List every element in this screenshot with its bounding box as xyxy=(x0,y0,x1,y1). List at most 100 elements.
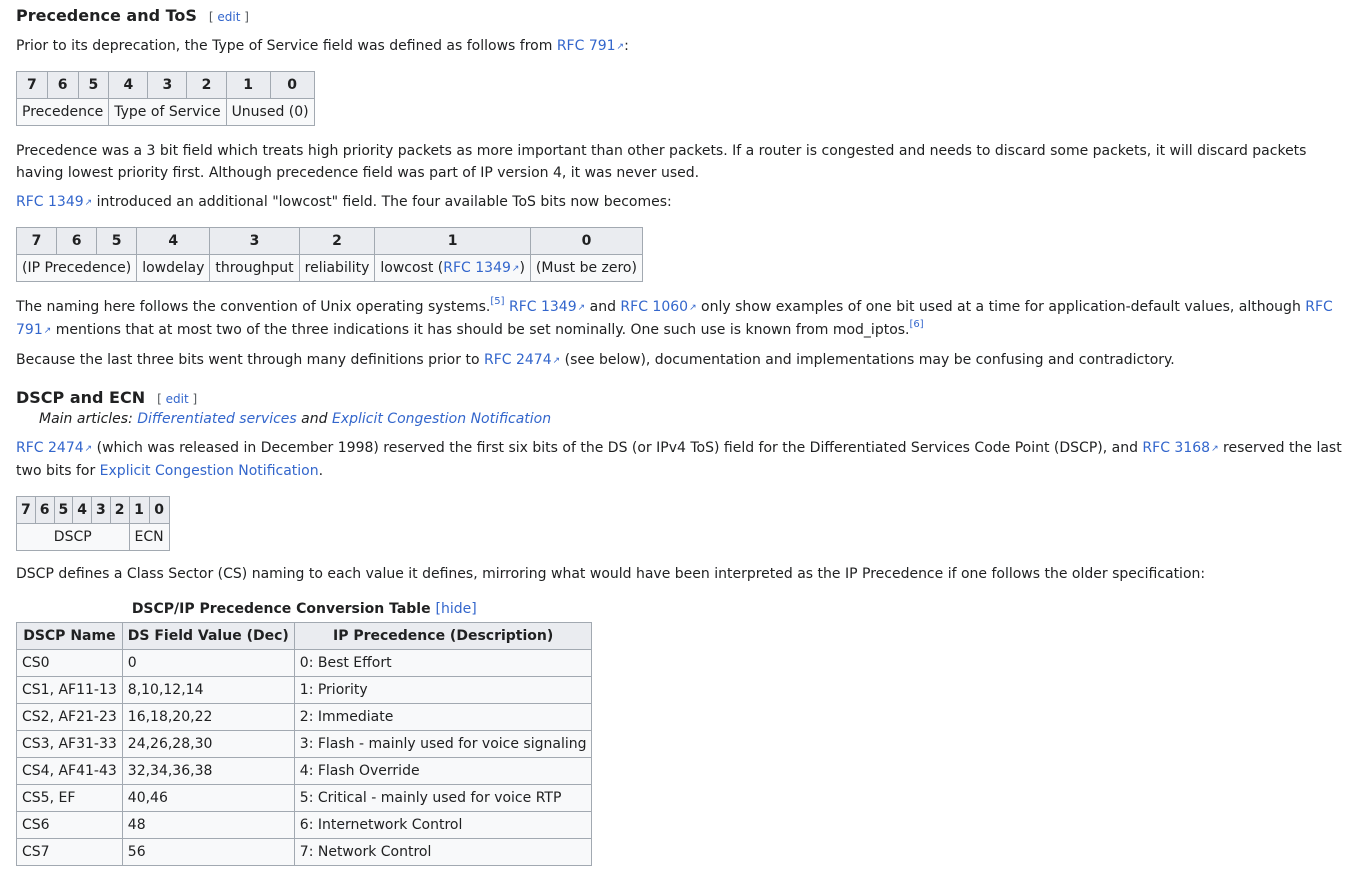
cell-dscp-name: CS6 xyxy=(16,811,123,839)
edit-bracket-close: ] xyxy=(240,10,249,24)
bits-row: 7 6 5 4 3 2 1 0 xyxy=(15,227,643,255)
edit-section: [ edit ] xyxy=(209,10,249,24)
table-row: CS2, AF21-23 16,18,20,22 2: Immediate xyxy=(16,703,593,731)
conversion-table: DSCP/IP Precedence Conversion Table [hid… xyxy=(16,597,593,866)
rfc1349-text: introduced an additional "lowcost" field… xyxy=(92,194,672,210)
column-header: DS Field Value (Dec) xyxy=(121,622,295,650)
bit-cell: 2 xyxy=(298,227,376,255)
table-row: CS1, AF11-13 8,10,12,14 1: Priority xyxy=(16,676,593,704)
rfc-791-link[interactable]: RFC 791 xyxy=(557,38,624,54)
rfc-1349-link[interactable]: RFC 1349 xyxy=(509,299,585,315)
bit-cell: 5 xyxy=(96,227,138,255)
rfc-3168-link[interactable]: RFC 3168 xyxy=(1142,440,1218,456)
table-row: CS5, EF 40,46 5: Critical - mainly used … xyxy=(16,784,593,812)
bit-cell: 3 xyxy=(147,71,188,99)
dscp-ecn-bits-table: 7 6 5 4 3 2 1 0 DSCP ECN xyxy=(16,496,170,551)
field-cell: Precedence xyxy=(15,98,110,126)
table-row: CS6 48 6: Internetwork Control xyxy=(16,811,593,839)
ecn-article-link[interactable]: Explicit Congestion Notification xyxy=(332,411,551,427)
rfc2474-text: (which was released in December 1998) re… xyxy=(92,440,1143,456)
naming-text: mentions that at most two of the three i… xyxy=(51,322,910,338)
hide-toggle[interactable]: [hide] xyxy=(435,601,476,617)
rfc-2474-link[interactable]: RFC 2474 xyxy=(484,352,560,368)
rfc-1060-link[interactable]: RFC 1060 xyxy=(620,299,696,315)
cell-ds-value: 16,18,20,22 xyxy=(121,703,295,731)
cell-ip-precedence: 3: Flash - mainly used for voice signali… xyxy=(293,730,593,758)
bit-cell: 0 xyxy=(148,496,170,524)
bit-cell: 7 xyxy=(16,71,48,99)
intro-text: Prior to its deprecation, the Type of Se… xyxy=(16,38,557,54)
cell-ip-precedence: 6: Internetwork Control xyxy=(293,811,593,839)
field-cell: ECN xyxy=(128,523,170,551)
field-cell: (Must be zero) xyxy=(529,254,643,282)
lowcost-text: lowcost ( xyxy=(380,260,444,276)
table-caption: DSCP/IP Precedence Conversion Table [hid… xyxy=(16,597,592,622)
bit-cell: 0 xyxy=(529,227,643,255)
rfc-1349-link[interactable]: RFC 1349 xyxy=(16,194,92,210)
cell-dscp-name: CS5, EF xyxy=(16,784,123,812)
edit-bracket-close: ] xyxy=(188,392,198,406)
table-row: CS4, AF41-43 32,34,36,38 4: Flash Overri… xyxy=(16,757,593,785)
section-title: DSCP and ECN xyxy=(16,388,146,407)
hatnote-prefix: Main articles: xyxy=(39,411,138,427)
bit-cell: 7 xyxy=(16,496,36,524)
cell-dscp-name: CS4, AF41-43 xyxy=(16,757,123,785)
cell-ds-value: 8,10,12,14 xyxy=(121,676,295,704)
edit-link[interactable]: edit xyxy=(217,10,240,24)
field-cell: (IP Precedence) xyxy=(15,254,138,282)
naming-text: and xyxy=(585,299,621,315)
intro-end: : xyxy=(624,38,629,54)
section-heading-precedence: Precedence and ToS [ edit ] xyxy=(16,0,1351,26)
cell-ip-precedence: 5: Critical - mainly used for voice RTP xyxy=(293,784,593,812)
main-articles-hatnote: Main articles: Differentiated services a… xyxy=(16,408,1351,430)
cell-dscp-name: CS7 xyxy=(16,838,123,866)
rfc1349-paragraph: RFC 1349 introduced an additional "lowco… xyxy=(16,191,1351,214)
bit-cell: 4 xyxy=(136,227,211,255)
edit-section: [ edit ] xyxy=(157,392,197,406)
bit-cell: 6 xyxy=(56,227,98,255)
field-cell: reliability xyxy=(298,254,376,282)
cell-dscp-name: CS1, AF11-13 xyxy=(16,676,123,704)
cell-ip-precedence: 2: Immediate xyxy=(293,703,593,731)
table-row: CS3, AF31-33 24,26,28,30 3: Flash - main… xyxy=(16,730,593,758)
differentiated-services-link[interactable]: Differentiated services xyxy=(137,411,296,427)
field-cell: Type of Service xyxy=(108,98,227,126)
cell-ip-precedence: 7: Network Control xyxy=(293,838,593,866)
column-header: DSCP Name xyxy=(16,622,123,650)
reference-5-link[interactable]: [5] xyxy=(490,296,504,307)
naming-text: The naming here follows the convention o… xyxy=(16,299,491,315)
bits-row: 7 6 5 4 3 2 1 0 xyxy=(16,496,170,524)
field-cell: lowdelay xyxy=(136,254,211,282)
cell-ds-value: 24,26,28,30 xyxy=(121,730,295,758)
cell-ds-value: 0 xyxy=(121,649,295,677)
cell-ip-precedence: 0: Best Effort xyxy=(293,649,593,677)
field-cell: throughput xyxy=(209,254,300,282)
bit-cell: 6 xyxy=(46,71,79,99)
fields-row: (IP Precedence) lowdelay throughput reli… xyxy=(15,254,643,282)
section-title: Precedence and ToS xyxy=(16,6,197,25)
rfc2474-end: . xyxy=(318,463,324,479)
fields-row: DSCP ECN xyxy=(16,523,170,551)
bit-cell: 3 xyxy=(91,496,111,524)
bit-cell: 5 xyxy=(53,496,74,524)
bits-row: 7 6 5 4 3 2 1 0 xyxy=(16,71,315,99)
bit-cell: 1 xyxy=(128,496,150,524)
fields-row: Precedence Type of Service Unused (0) xyxy=(15,98,315,126)
table-row: CS0 0 0: Best Effort xyxy=(16,649,593,677)
rfc-2474-link[interactable]: RFC 2474 xyxy=(16,440,92,456)
rfc-1349-link[interactable]: RFC 1349 xyxy=(443,260,519,276)
intro-paragraph: Prior to its deprecation, the Type of Se… xyxy=(16,35,1351,58)
cell-dscp-name: CS2, AF21-23 xyxy=(16,703,123,731)
bit-cell: 2 xyxy=(186,71,227,99)
bit-cell: 1 xyxy=(225,71,271,99)
section-heading-dscp: DSCP and ECN [ edit ] xyxy=(16,388,1351,408)
precedence-paragraph: Precedence was a 3 bit field which treat… xyxy=(16,143,1307,181)
bit-cell: 1 xyxy=(374,227,531,255)
hatnote-and: and xyxy=(296,411,332,427)
ecn-link[interactable]: Explicit Congestion Notification xyxy=(100,463,319,479)
field-cell: Unused (0) xyxy=(225,98,315,126)
reference-6-link[interactable]: [6] xyxy=(910,319,924,330)
bit-cell: 6 xyxy=(34,496,55,524)
edit-link[interactable]: edit xyxy=(166,392,189,406)
cell-ip-precedence: 4: Flash Override xyxy=(293,757,593,785)
